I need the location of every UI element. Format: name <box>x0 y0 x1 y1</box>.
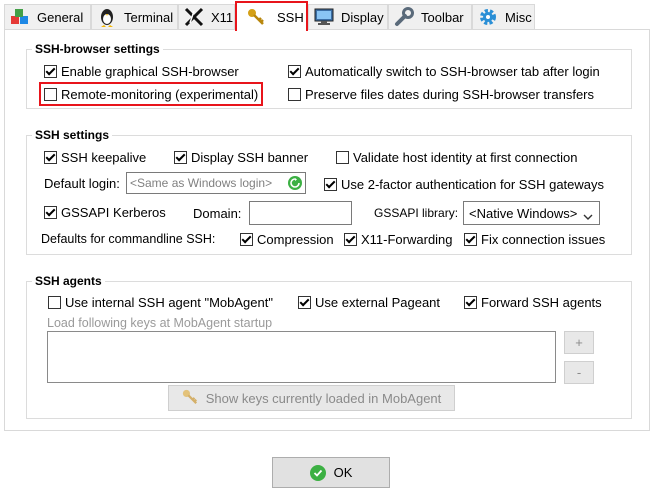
tab-label: SSH <box>277 9 304 25</box>
tab-label: Misc <box>505 9 532 25</box>
checkbox-label: Enable graphical SSH-browser <box>61 64 239 79</box>
tab-terminal[interactable]: Terminal <box>91 4 178 29</box>
checkbox-label: Use external Pageant <box>315 295 441 310</box>
checkbox-box <box>298 296 311 309</box>
checkbox-box <box>344 233 357 246</box>
tab-label: Display <box>341 9 384 25</box>
checkbox-box <box>44 206 57 219</box>
tab-misc[interactable]: Misc <box>472 4 535 29</box>
checkbox-box <box>48 296 61 309</box>
use-internal-agent-checkbox[interactable]: Use internal SSH agent "MobAgent" <box>48 295 273 310</box>
ssh-keepalive-checkbox[interactable]: SSH keepalive <box>44 150 146 165</box>
display-banner-checkbox[interactable]: Display SSH banner <box>174 150 308 165</box>
blocks-icon <box>9 7 31 27</box>
wrench-icon <box>393 7 415 27</box>
checkbox-label: SSH keepalive <box>61 150 147 165</box>
key-icon <box>182 389 198 408</box>
domain-label: Domain: <box>193 206 242 221</box>
ssh-browser-title: SSH-browser settings <box>32 42 163 56</box>
forward-agents-checkbox[interactable]: Forward SSH agents <box>464 295 602 310</box>
default-login-placeholder: <Same as Windows login> <box>130 176 273 190</box>
checkbox-label: Remote-monitoring (experimental) <box>61 87 259 102</box>
checkbox-label: GSSAPI Kerberos <box>61 205 166 220</box>
tab-label: Terminal <box>124 9 174 25</box>
checkbox-label: Fix connection issues <box>481 232 606 247</box>
checkbox-label: Validate host identity at first connecti… <box>353 150 578 165</box>
two-factor-checkbox[interactable]: Use 2-factor authentication for SSH gate… <box>324 177 604 192</box>
remote-monitoring-checkbox[interactable]: Remote-monitoring (experimental) <box>44 87 258 102</box>
checkbox-box <box>324 178 337 191</box>
checkbox-box <box>44 151 57 164</box>
checkbox-label: Forward SSH agents <box>481 295 602 310</box>
show-keys-button[interactable]: Show keys currently loaded in MobAgent <box>168 385 455 411</box>
chevron-down-icon <box>583 209 593 224</box>
remove-key-label: - <box>576 365 582 380</box>
default-login-label: Default login: <box>44 176 120 191</box>
add-key-label: + <box>575 335 583 350</box>
preserve-dates-checkbox[interactable]: Preserve files dates during SSH-browser … <box>288 87 594 102</box>
checkbox-box <box>464 233 477 246</box>
checkbox-box <box>288 88 301 101</box>
auto-switch-checkbox[interactable]: Automatically switch to SSH-browser tab … <box>288 64 600 79</box>
checkbox-box <box>44 88 57 101</box>
tab-display[interactable]: Display <box>308 4 388 29</box>
checkbox-box <box>288 65 301 78</box>
keys-list[interactable] <box>47 331 556 383</box>
checkbox-label: Preserve files dates during SSH-browser … <box>305 87 595 102</box>
gssapi-library-select[interactable]: <Native Windows> <box>463 201 600 225</box>
x11-forwarding-checkbox[interactable]: X11-Forwarding <box>344 232 453 247</box>
gear-icon <box>477 7 499 27</box>
validate-host-checkbox[interactable]: Validate host identity at first connecti… <box>336 150 578 165</box>
tab-ssh[interactable]: SSH <box>235 1 308 31</box>
tab-x11[interactable]: X11 <box>178 4 235 29</box>
checkbox-box <box>174 151 187 164</box>
checkbox-label: Automatically switch to SSH-browser tab … <box>305 64 600 79</box>
checkbox-box <box>336 151 349 164</box>
checkbox-label: Use internal SSH agent "MobAgent" <box>65 295 273 310</box>
compression-checkbox[interactable]: Compression <box>240 232 334 247</box>
checkbox-label: Compression <box>257 232 334 247</box>
gssapi-checkbox[interactable]: GSSAPI Kerberos <box>44 205 166 220</box>
check-circle-icon <box>309 464 326 481</box>
remove-key-button[interactable]: - <box>564 361 594 384</box>
load-keys-label: Load following keys at MobAgent startup <box>47 316 273 330</box>
checkbox-label: X11-Forwarding <box>361 232 453 247</box>
tux-icon <box>96 7 118 27</box>
gssapi-library-value: <Native Windows> <box>469 205 578 221</box>
domain-input[interactable] <box>249 201 352 225</box>
tab-toolbar[interactable]: Toolbar <box>388 4 472 29</box>
monitor-icon <box>313 7 335 27</box>
checkbox-box <box>240 233 253 246</box>
tab-label: Toolbar <box>421 9 464 25</box>
fix-issues-checkbox[interactable]: Fix connection issues <box>464 232 605 247</box>
x11-icon <box>183 7 205 27</box>
tab-general[interactable]: General <box>4 4 91 29</box>
gssapi-library-label: GSSAPI library: <box>374 206 459 220</box>
default-login-input[interactable]: <Same as Windows login> <box>126 172 306 194</box>
refresh-icon[interactable] <box>288 176 302 190</box>
checkbox-box <box>464 296 477 309</box>
ssh-agents-title: SSH agents <box>32 274 105 288</box>
enable-graphical-checkbox[interactable]: Enable graphical SSH-browser <box>44 64 239 79</box>
checkbox-box <box>44 65 57 78</box>
defaults-commandline-label: Defaults for commandline SSH: <box>41 232 216 246</box>
checkbox-label: Display SSH banner <box>191 150 309 165</box>
checkbox-label: Use 2-factor authentication for SSH gate… <box>341 177 605 192</box>
ok-button[interactable]: OK <box>272 457 390 488</box>
ok-label: OK <box>333 465 353 480</box>
ssh-settings-title: SSH settings <box>32 128 113 142</box>
use-external-pageant-checkbox[interactable]: Use external Pageant <box>298 295 440 310</box>
add-key-button[interactable]: + <box>564 331 594 354</box>
tab-label: General <box>37 9 84 25</box>
key-icon <box>245 7 267 27</box>
show-keys-label: Show keys currently loaded in MobAgent <box>205 390 442 406</box>
tab-label: X11 <box>211 9 234 25</box>
